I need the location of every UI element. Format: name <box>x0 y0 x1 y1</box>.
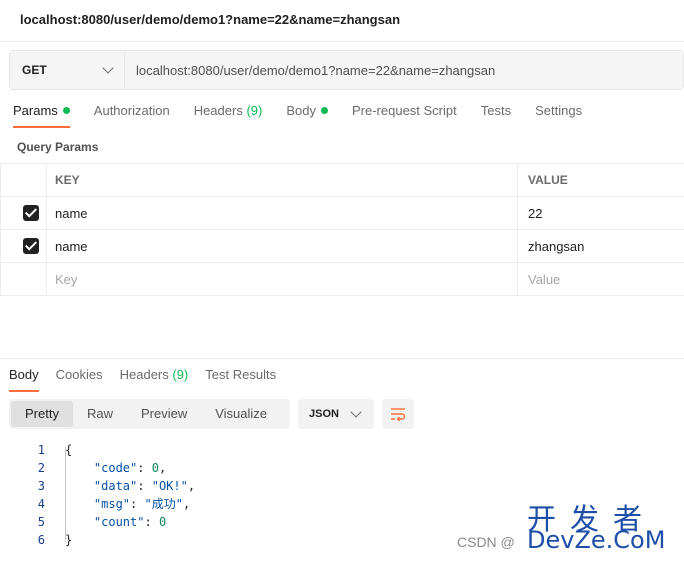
new-key-input[interactable]: Key <box>46 262 518 296</box>
line-number: 4 <box>37 497 45 511</box>
request-title-bar: localhost:8080/user/demo/demo1?name=22&n… <box>0 0 684 42</box>
response-view-toggle: Pretty Raw Preview Visualize <box>9 399 290 429</box>
chevron-down-icon <box>350 406 362 418</box>
param-key-cell[interactable]: name <box>46 229 518 263</box>
json-value: "OK!" <box>151 479 188 493</box>
param-checkbox[interactable] <box>23 205 39 221</box>
table-row: name 22 <box>0 196 684 230</box>
json-value: 0 <box>151 461 159 475</box>
view-raw-button[interactable]: Raw <box>73 401 127 427</box>
line-number: 6 <box>37 533 45 547</box>
tab-authorization[interactable]: Authorization <box>94 103 170 127</box>
check-column-header <box>0 163 47 197</box>
response-tab-test-results[interactable]: Test Results <box>205 367 276 391</box>
param-checkbox[interactable] <box>23 238 39 254</box>
new-value-input[interactable]: Value <box>517 262 684 296</box>
param-key-cell[interactable]: name <box>46 196 518 230</box>
tab-headers[interactable]: Headers (9) <box>194 103 263 127</box>
new-param-row: Key Value <box>0 262 684 296</box>
response-headers-count: (9) <box>172 367 189 382</box>
line-number: 5 <box>37 515 45 529</box>
tab-tests[interactable]: Tests <box>481 103 511 127</box>
tab-params[interactable]: Params <box>13 103 70 128</box>
method-select[interactable]: GET <box>10 51 125 89</box>
tab-settings[interactable]: Settings <box>535 103 582 127</box>
tab-body[interactable]: Body <box>286 103 328 127</box>
format-select[interactable]: JSON <box>298 399 374 429</box>
value-column-header: VALUE <box>517 163 684 197</box>
response-tabs: Body Cookies Headers (9) Test Results <box>9 367 293 392</box>
response-divider <box>0 358 684 359</box>
response-tab-headers[interactable]: Headers (9) <box>120 367 189 391</box>
response-tab-cookies[interactable]: Cookies <box>56 367 103 391</box>
site-watermark-domain: DevZe.CoM <box>527 526 666 554</box>
code-line: 2 "code": 0, <box>0 459 684 477</box>
url-input[interactable] <box>125 51 683 89</box>
line-number: 3 <box>37 479 45 493</box>
json-close-brace: } <box>65 533 73 547</box>
wrap-lines-button[interactable] <box>382 399 414 429</box>
param-value-cell[interactable]: zhangsan <box>517 229 684 263</box>
request-tabs: Params Authorization Headers (9) Body Pr… <box>13 103 606 129</box>
json-value: "成功" <box>144 497 183 511</box>
view-pretty-button[interactable]: Pretty <box>11 401 73 427</box>
query-params-heading: Query Params <box>17 140 99 154</box>
url-bar: GET <box>9 50 684 90</box>
code-line: 3 "data": "OK!", <box>0 477 684 495</box>
json-key: "count" <box>93 515 145 529</box>
json-key: "msg" <box>93 497 131 511</box>
key-column-header: KEY <box>46 163 518 197</box>
request-title: localhost:8080/user/demo/demo1?name=22&n… <box>20 12 401 27</box>
headers-count: (9) <box>246 103 263 118</box>
param-value-cell[interactable]: 22 <box>517 196 684 230</box>
line-number: 2 <box>37 461 45 475</box>
csdn-watermark: CSDN @ <box>457 534 515 550</box>
params-header-row: KEY VALUE <box>0 163 684 197</box>
view-preview-button[interactable]: Preview <box>127 401 201 427</box>
wrap-lines-icon <box>391 408 406 421</box>
params-table: KEY VALUE name 22 name zhangsan Key Valu… <box>0 163 684 296</box>
code-line: 1 { <box>0 441 684 459</box>
json-key: "code" <box>93 461 138 475</box>
response-tab-body[interactable]: Body <box>9 367 39 392</box>
line-number: 1 <box>37 443 45 457</box>
json-key: "data" <box>93 479 138 493</box>
chevron-down-icon <box>102 62 114 74</box>
json-open-brace: { <box>65 443 73 457</box>
tab-pre-request-script[interactable]: Pre-request Script <box>352 103 457 127</box>
format-label: JSON <box>309 408 339 420</box>
view-visualize-button[interactable]: Visualize <box>201 401 281 427</box>
method-label: GET <box>22 63 47 77</box>
table-row: name zhangsan <box>0 229 684 263</box>
json-value: 0 <box>158 515 167 529</box>
body-active-dot-icon <box>320 107 328 114</box>
params-active-dot-icon <box>62 107 70 114</box>
